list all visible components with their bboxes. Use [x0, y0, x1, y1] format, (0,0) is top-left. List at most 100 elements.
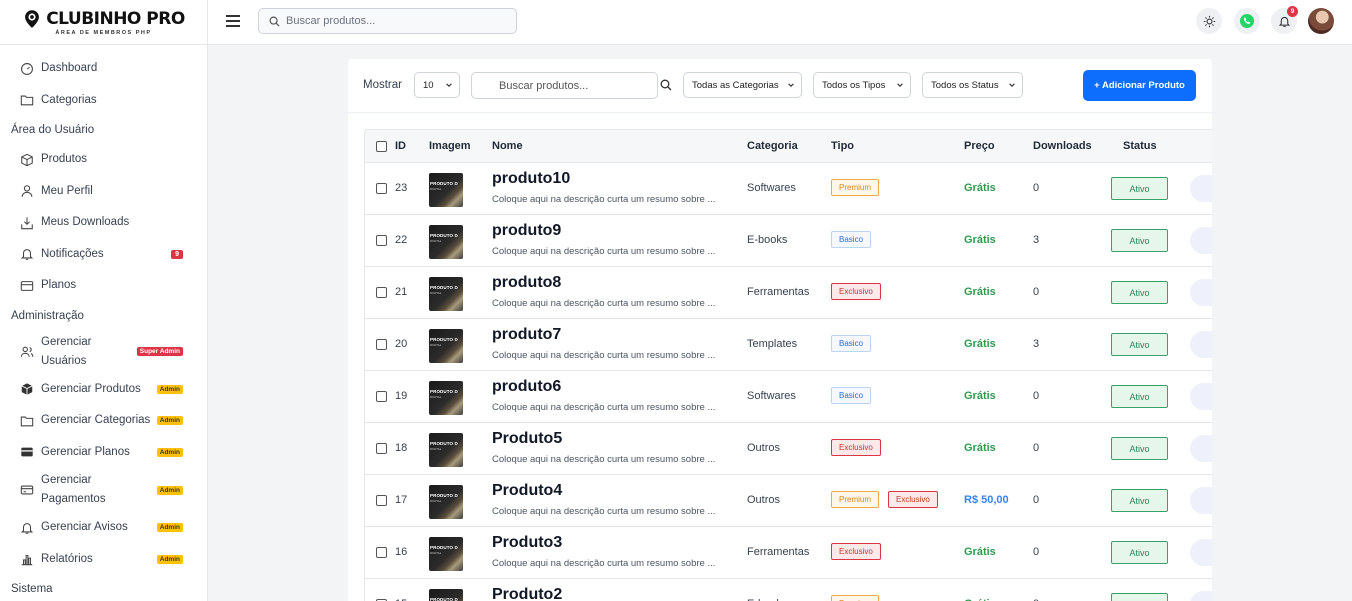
sidebar-item-meu-perfil[interactable]: Meu Perfil — [0, 176, 207, 208]
row-actions-button[interactable] — [1190, 383, 1212, 410]
page-size-select[interactable]: 10 — [414, 72, 460, 98]
product-thumbnail[interactable]: PRODUTO DDIGITAL — [429, 225, 463, 259]
row-actions-button[interactable] — [1190, 227, 1212, 254]
sidebar: CLUBINHO PRO ÁREA DE MEMBROS PHP Dashboa… — [0, 0, 208, 601]
product-thumbnail[interactable]: PRODUTO DDIGITAL — [429, 381, 463, 415]
avatar[interactable] — [1308, 8, 1334, 34]
status-badge[interactable]: Ativo — [1111, 333, 1168, 356]
table-row[interactable]: 18 PRODUTO D DIGITAL Produto5 Coloque aqui n… — [364, 423, 1212, 475]
table-row[interactable]: 19 PRODUTO D DIGITAL produto6 Coloque aqui n… — [364, 371, 1212, 423]
table-row[interactable]: 15PRODUTO DDIGITALProduto2Coloque aqui n… — [364, 579, 1212, 601]
sidebar-item-gerenciar-categorias[interactable]: Gerenciar Categorias Admin — [0, 405, 207, 437]
product-thumbnail[interactable]: PRODUTO DDIGITAL — [429, 277, 463, 311]
category-filter-select[interactable]: Todas as Categorias — [683, 72, 802, 98]
table-row[interactable]: 23 PRODUTO D DIGITAL produto10 Coloque aqui … — [364, 163, 1212, 215]
sidebar-item-planos[interactable]: Planos — [0, 270, 207, 302]
row-checkbox[interactable] — [376, 287, 387, 298]
column-header-price[interactable]: Preço — [964, 140, 995, 152]
column-header-id[interactable]: ID — [395, 140, 406, 152]
status-badge[interactable]: Ativo — [1111, 437, 1168, 460]
sidebar-item-relatorios[interactable]: Relatórios Admin — [0, 544, 207, 576]
add-product-button[interactable]: + Adicionar Produto — [1083, 70, 1196, 101]
status-badge[interactable]: Ativo — [1111, 177, 1168, 200]
status-badge[interactable]: Ativo — [1111, 593, 1168, 601]
product-thumbnail[interactable]: PRODUTO DDIGITAL — [429, 589, 463, 601]
notifications-button[interactable]: 9 — [1271, 6, 1298, 34]
row-checkbox[interactable] — [376, 547, 387, 558]
product-thumbnail[interactable]: PRODUTO DDIGITAL — [429, 173, 463, 207]
product-name[interactable]: produto8 — [492, 274, 561, 292]
row-actions-button[interactable] — [1190, 279, 1212, 306]
product-name[interactable]: Produto3 — [492, 534, 562, 552]
row-checkbox[interactable] — [376, 443, 387, 454]
product-name[interactable]: Produto2 — [492, 586, 562, 601]
row-actions-button[interactable] — [1190, 539, 1212, 566]
admin-badge: Admin — [156, 523, 183, 533]
column-header-status[interactable]: Status — [1123, 140, 1157, 152]
sidebar-item-meus-downloads[interactable]: Meus Downloads — [0, 207, 207, 239]
table-row[interactable]: 20 PRODUTO D DIGITAL produto7 Coloque aqui n… — [364, 319, 1212, 371]
show-label: Mostrar — [363, 79, 402, 91]
row-actions-button[interactable] — [1190, 591, 1212, 601]
cell-downloads: 0 — [1033, 390, 1040, 402]
row-actions-button[interactable] — [1190, 487, 1212, 514]
row-checkbox[interactable] — [376, 495, 387, 506]
sidebar-item-categorias[interactable]: Categorias — [0, 85, 207, 117]
table-row[interactable]: 21 PRODUTO D DIGITAL produto8 Coloque aqui n… — [364, 267, 1212, 319]
product-thumbnail[interactable]: PRODUTO DDIGITAL — [429, 485, 463, 519]
table-row[interactable]: 22 PRODUTO D DIGITAL produto9 Coloque aqui n… — [364, 215, 1212, 267]
brand[interactable]: CLUBINHO PRO ÁREA DE MEMBROS PHP — [0, 0, 207, 45]
product-thumbnail[interactable]: PRODUTO DDIGITAL — [429, 329, 463, 363]
column-header-type[interactable]: Tipo — [831, 140, 854, 152]
top-search-box[interactable] — [258, 8, 517, 34]
sidebar-item-notificacoes[interactable]: Notificações 9 — [0, 239, 207, 271]
type-filter-select[interactable]: Todos os Tipos — [813, 72, 911, 98]
row-actions-button[interactable] — [1190, 331, 1212, 358]
sidebar-item-produtos[interactable]: Produtos — [0, 144, 207, 176]
status-badge[interactable]: Ativo — [1111, 385, 1168, 408]
product-thumbnail[interactable]: PRODUTO DDIGITAL — [429, 537, 463, 571]
thumbnail-title: PRODUTO D — [430, 233, 458, 238]
row-checkbox[interactable] — [376, 235, 387, 246]
column-header-downloads[interactable]: Downloads — [1033, 140, 1092, 152]
status-badge[interactable]: Ativo — [1111, 541, 1168, 564]
cell-id: 20 — [395, 338, 408, 350]
table-search-input[interactable] — [472, 79, 652, 92]
thumbnail-subtitle: DIGITAL — [430, 239, 442, 243]
status-badge[interactable]: Ativo — [1111, 489, 1168, 512]
sidebar-item-label: Gerenciar Avisos — [41, 521, 128, 534]
sidebar-item-gerenciar-pagamentos[interactable]: Gerenciar Pagamentos Admin — [0, 468, 207, 512]
menu-toggle-icon[interactable] — [226, 15, 240, 27]
sidebar-item-gerenciar-usuarios[interactable]: Gerenciar Usuários Super Admin — [0, 330, 207, 374]
product-name[interactable]: produto10 — [492, 170, 570, 188]
row-checkbox[interactable] — [376, 339, 387, 350]
sidebar-item-gerenciar-planos[interactable]: Gerenciar Planos Admin — [0, 437, 207, 469]
table-search-box[interactable] — [471, 72, 658, 99]
theme-toggle-button[interactable] — [1196, 8, 1222, 34]
status-badge[interactable]: Ativo — [1111, 281, 1168, 304]
product-name[interactable]: Produto5 — [492, 430, 562, 448]
row-actions-button[interactable] — [1190, 175, 1212, 202]
table-row[interactable]: 16 PRODUTO D DIGITAL Produto3 Coloque aqui n… — [364, 527, 1212, 579]
search-icon[interactable] — [660, 79, 672, 91]
whatsapp-button[interactable] — [1234, 8, 1260, 34]
column-header-name[interactable]: Nome — [492, 140, 523, 152]
row-checkbox[interactable] — [376, 183, 387, 194]
status-filter-select[interactable]: Todos os Status — [922, 72, 1023, 98]
row-checkbox[interactable] — [376, 391, 387, 402]
status-badge[interactable]: Ativo — [1111, 229, 1168, 252]
product-name[interactable]: produto9 — [492, 222, 561, 240]
row-actions-button[interactable] — [1190, 435, 1212, 462]
product-name[interactable]: produto7 — [492, 326, 561, 344]
product-name[interactable]: produto6 — [492, 378, 561, 396]
product-name[interactable]: Produto4 — [492, 482, 562, 500]
sidebar-item-label: Gerenciar Categorias — [41, 414, 151, 427]
table-row[interactable]: 17 PRODUTO D DIGITAL Produto4 Coloque aqui n… — [364, 475, 1212, 527]
product-thumbnail[interactable]: PRODUTO DDIGITAL — [429, 433, 463, 467]
sidebar-item-gerenciar-avisos[interactable]: Gerenciar Avisos Admin — [0, 512, 207, 544]
sidebar-item-gerenciar-produtos[interactable]: Gerenciar Produtos Admin — [0, 374, 207, 406]
column-header-category[interactable]: Categoria — [747, 140, 798, 152]
top-search-input[interactable] — [286, 15, 506, 27]
select-all-checkbox[interactable] — [376, 141, 387, 152]
sidebar-item-dashboard[interactable]: Dashboard — [0, 53, 207, 85]
